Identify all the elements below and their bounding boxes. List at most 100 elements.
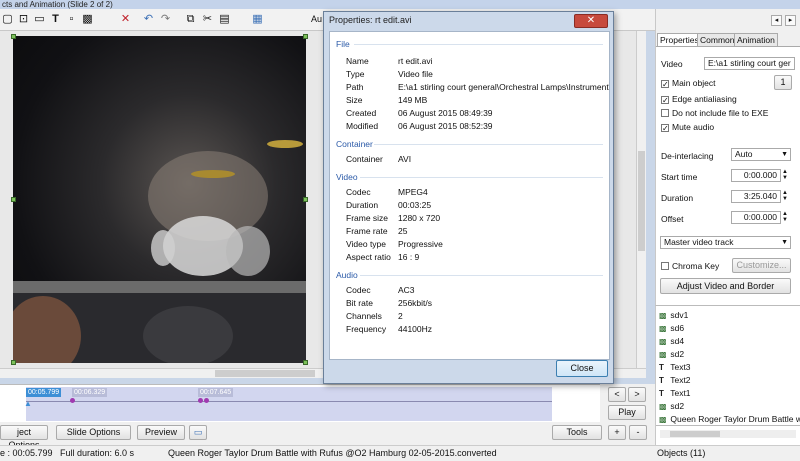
redo-icon[interactable]: ↷: [158, 12, 173, 27]
adjust-video-border-button[interactable]: Adjust Video and Border: [660, 278, 791, 294]
section-audio: Audio: [336, 270, 358, 280]
tab-animation[interactable]: Animation: [734, 33, 778, 46]
play-button[interactable]: Play: [608, 405, 646, 420]
playhead-icon[interactable]: ▲: [24, 399, 32, 408]
offset-field[interactable]: 0:00.000: [731, 211, 781, 224]
start-time-label: Start time: [661, 172, 698, 182]
timeline-marker[interactable]: 00:05.799: [26, 388, 62, 397]
undo-icon[interactable]: ↶: [141, 12, 156, 27]
horizontal-scrollbar[interactable]: [660, 430, 796, 438]
list-item[interactable]: T Text3: [656, 361, 800, 374]
no-exe-checkbox[interactable]: Do not include file to EXE: [661, 108, 768, 118]
frame-icon[interactable]: ▫: [64, 12, 79, 27]
list-item[interactable]: ▩ Queen Roger Taylor Drum Battle wit: [656, 413, 800, 426]
chroma-key-checkbox[interactable]: Chroma Key: [661, 261, 719, 271]
spinner-icon[interactable]: ▲ ▼: [782, 190, 788, 202]
duration-field[interactable]: 3:25.040: [731, 190, 781, 203]
aspect-ratio-value: 16 : 9: [398, 252, 420, 262]
main-object-number[interactable]: 1: [774, 75, 792, 90]
list-item[interactable]: ▩ sd2: [656, 348, 800, 361]
edge-antialiasing-checkbox[interactable]: ✓ Edge antialiasing: [661, 94, 737, 105]
keyframe-icon[interactable]: [70, 398, 75, 403]
tab-common[interactable]: Common: [697, 33, 738, 46]
resize-handle[interactable]: [11, 197, 16, 202]
section-container: Container: [336, 139, 373, 149]
paste-icon[interactable]: ▤: [217, 12, 232, 27]
main-object-checkbox[interactable]: ✓ Main object: [661, 78, 715, 89]
keyframe-icon[interactable]: [198, 398, 203, 403]
close-icon[interactable]: ✕: [574, 14, 608, 28]
prev-button[interactable]: <: [608, 387, 626, 402]
spinner-icon[interactable]: ▲ ▼: [782, 211, 788, 223]
current-time: e : 00:05.799: [0, 448, 53, 458]
scroll-thumb[interactable]: [670, 431, 720, 437]
list-item[interactable]: ▩ sd6: [656, 322, 800, 335]
chevron-left-icon[interactable]: ◂: [771, 15, 782, 26]
frequency-value: 44100Hz: [398, 324, 433, 334]
audio-codec-value: AC3: [398, 285, 415, 295]
tab-properties[interactable]: Properties: [657, 33, 702, 47]
customize-button[interactable]: Customize...: [732, 258, 791, 273]
spinner-icon[interactable]: ▲ ▼: [782, 169, 788, 181]
check-icon: ✓: [661, 124, 669, 133]
select-icon[interactable]: ▢: [0, 12, 15, 27]
resize-handle[interactable]: [11, 34, 16, 39]
crop-icon[interactable]: ⊡: [16, 12, 31, 27]
list-item[interactable]: ▩ sd2: [656, 400, 800, 413]
full-duration: Full duration: 6.0 s: [60, 448, 135, 458]
frequency-key: Frequency: [346, 324, 387, 334]
object-options-button[interactable]: ject Options: [0, 425, 48, 450]
scroll-thumb[interactable]: [215, 370, 315, 377]
text-icon: T: [659, 363, 664, 372]
tools-button[interactable]: Tools: [552, 425, 602, 440]
start-time-field[interactable]: 0:00.000: [731, 169, 781, 182]
list-item[interactable]: ▩ sdv1: [656, 309, 800, 322]
delete-icon[interactable]: ✕: [118, 12, 133, 27]
video-track-select[interactable]: Master video track ▼: [660, 236, 791, 249]
frame-rate-key: Frame rate: [346, 226, 388, 236]
resize-handle[interactable]: [303, 34, 308, 39]
container-value: AVI: [398, 154, 412, 164]
timeline[interactable]: 00:05.799 00:06.329 00:07.645 ▲: [0, 384, 600, 422]
zoom-in-button[interactable]: +: [608, 425, 626, 440]
check-icon: ✓: [661, 80, 669, 89]
resize-handle[interactable]: [303, 197, 308, 202]
video-type-value: Progressive: [398, 239, 443, 249]
close-button[interactable]: Close: [556, 360, 608, 377]
chevron-down-icon: ▼: [781, 239, 788, 246]
objects-count: Objects (11): [657, 448, 706, 458]
copy-icon[interactable]: ⧉: [183, 12, 198, 27]
deinterlacing-select[interactable]: Auto ▼: [731, 148, 791, 161]
image-icon: ▩: [659, 402, 667, 411]
text-icon: T: [659, 389, 664, 398]
chevron-right-icon[interactable]: ▸: [785, 15, 796, 26]
text-icon: T: [659, 376, 664, 385]
channels-value: 2: [398, 311, 403, 321]
cut-icon[interactable]: ✂: [200, 12, 215, 27]
mute-audio-checkbox[interactable]: ✓ Mute audio: [661, 122, 714, 133]
list-item[interactable]: ▩ sd4: [656, 335, 800, 348]
slide-options-button[interactable]: Slide Options: [56, 425, 131, 440]
scroll-thumb[interactable]: [638, 151, 645, 251]
zoom-out-button[interactable]: -: [629, 425, 647, 440]
list-item[interactable]: T Text1: [656, 387, 800, 400]
file-created-value: 06 August 2015 08:49:39: [398, 108, 493, 118]
file-type-value: Video file: [398, 69, 433, 79]
image-icon[interactable]: ▩: [80, 12, 95, 27]
preview-button[interactable]: Preview: [137, 425, 185, 440]
vertical-scrollbar[interactable]: [636, 31, 646, 368]
rectangle-icon[interactable]: ▭: [32, 12, 47, 27]
text-icon[interactable]: T: [48, 12, 63, 27]
keyframe-icon[interactable]: [204, 398, 209, 403]
video-path-field[interactable]: E:\a1 stirling court ger: [704, 57, 795, 70]
objects-list: ▩ sdv1 ▩ sd6 ▩ sd4 ▩ sd2 T Text3 T Text2…: [655, 305, 800, 445]
video-frame[interactable]: [13, 36, 306, 363]
resize-handle[interactable]: [11, 360, 16, 365]
resize-handle[interactable]: [303, 360, 308, 365]
timeline-marker[interactable]: 00:07.645: [198, 388, 234, 397]
list-item[interactable]: T Text2: [656, 374, 800, 387]
grid-icon[interactable]: ▦: [250, 12, 265, 27]
next-button[interactable]: >: [628, 387, 646, 402]
monitor-icon[interactable]: ▭: [189, 425, 207, 440]
timeline-marker[interactable]: 00:06.329: [72, 388, 108, 397]
